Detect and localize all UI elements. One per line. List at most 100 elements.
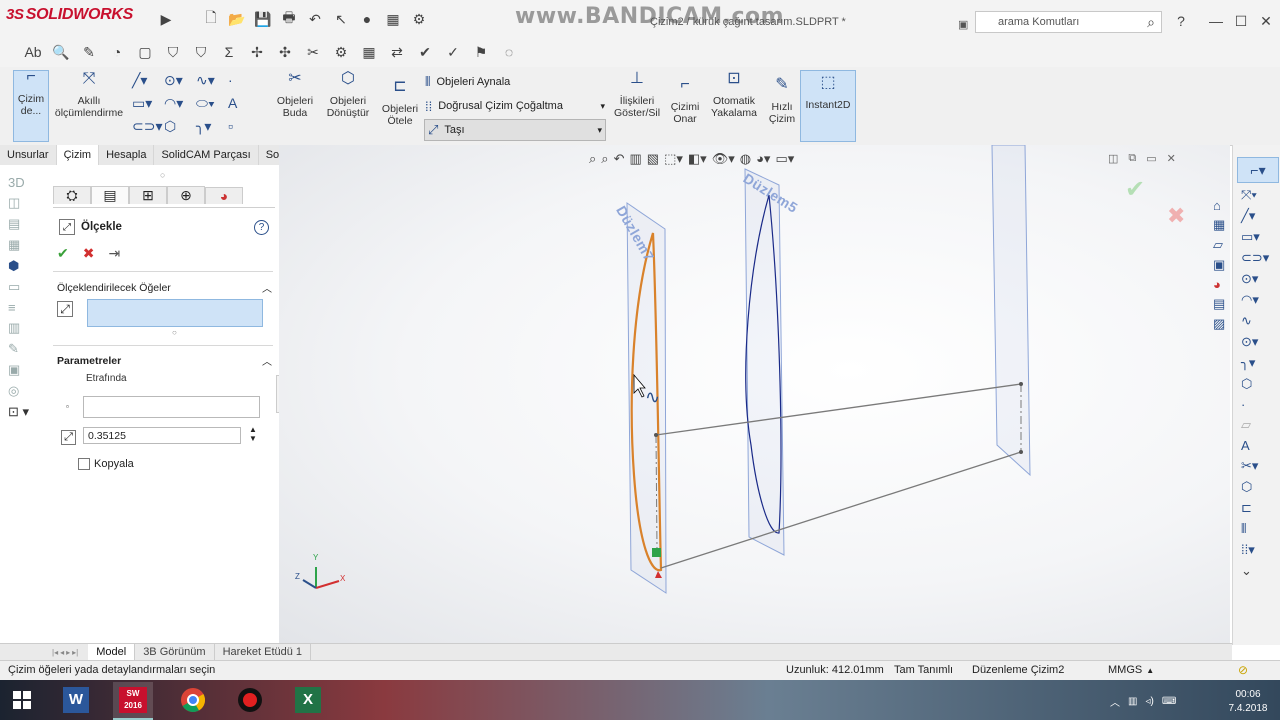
network-icon[interactable]: ▥ xyxy=(1128,696,1137,707)
slot-icon[interactable]: ⊂⊃▾ xyxy=(132,118,164,141)
last-tab-icon[interactable]: ▸| xyxy=(72,648,78,657)
rt-line-icon[interactable]: ╱▾ xyxy=(1241,208,1269,224)
sketch-check-icon[interactable]: ✔ xyxy=(414,41,436,63)
quick-snaps-button[interactable]: ⊡ Otomatik Yakalama xyxy=(707,71,761,120)
shield-outline-icon[interactable]: ⛉ xyxy=(190,41,212,63)
keyboard-icon[interactable]: ⌨ xyxy=(1162,696,1176,707)
guide-line-bottom[interactable] xyxy=(660,451,1022,569)
windows-start-icon[interactable] xyxy=(2,682,42,718)
settings-wand-icon[interactable]: ⚙ xyxy=(330,41,352,63)
cancel-x-icon[interactable]: ✖ xyxy=(83,245,95,262)
edit-icon[interactable]: ✎ xyxy=(78,41,100,63)
rebuild-status-icon[interactable]: ⊘ xyxy=(1238,663,1248,677)
repair-sketch-button[interactable]: ⌐ Çizimi Onar xyxy=(665,77,705,126)
save-icon[interactable]: 💾 xyxy=(252,8,274,30)
parts-library-icon[interactable]: ▦ xyxy=(1213,217,1225,233)
scale-spinner[interactable]: ▲ ▼ xyxy=(249,425,257,443)
file-explorer-icon[interactable]: ▱ xyxy=(1213,237,1225,253)
3d-icon[interactable]: 3D xyxy=(8,175,38,190)
rt-fillet-icon[interactable]: ╮▾ xyxy=(1241,355,1269,371)
shield-icon[interactable]: ⛉ xyxy=(162,41,184,63)
volume-icon[interactable]: ◃) xyxy=(1145,696,1153,707)
first-tab-icon[interactable]: |◂ xyxy=(52,648,58,657)
select-arrow-icon[interactable]: ↖ xyxy=(330,8,352,30)
items-section-header[interactable]: Ölçeklendirilecek Öğeler ︿ xyxy=(57,280,272,296)
point-a[interactable] xyxy=(654,433,658,437)
tray-arrow-icon[interactable]: ︿ xyxy=(1110,694,1120,709)
box-icon[interactable]: ▣ xyxy=(8,362,38,378)
fillet-icon[interactable]: ╮▾ xyxy=(196,118,228,141)
offset-entities-button[interactable]: ⊏ Objeleri Ötele xyxy=(378,79,422,128)
sketch-button[interactable]: ⌐ Çizim de... xyxy=(13,69,49,142)
rt-rectangle-icon[interactable]: ▭▾ xyxy=(1241,229,1269,245)
rt-circle-icon[interactable]: ⊙▾ xyxy=(1241,271,1269,287)
rt-slot-icon[interactable]: ⊂⊃▾ xyxy=(1241,250,1269,266)
rt-trim-icon[interactable]: ✂▾ xyxy=(1241,458,1269,474)
entities-selection-box[interactable] xyxy=(87,299,263,327)
tab-features[interactable]: Unsurlar xyxy=(0,145,57,165)
grid-icon[interactable]: ▦ xyxy=(8,237,38,253)
rt-sketch-icon[interactable]: ⌐▾ xyxy=(1237,157,1279,183)
prev-tab-icon[interactable]: ◂ xyxy=(60,648,64,657)
cross-icon[interactable]: ✢ xyxy=(246,41,268,63)
tab-motion-study[interactable]: Hareket Etüdü 1 xyxy=(215,644,312,661)
rectangle-icon[interactable]: ▭▾ xyxy=(132,95,164,118)
layer-icon[interactable]: ◫ xyxy=(8,195,38,211)
rt-text-icon[interactable]: A xyxy=(1241,438,1269,453)
new-document-icon[interactable]: 🗋 xyxy=(200,8,222,30)
translate-icon[interactable]: ⇄ xyxy=(386,41,408,63)
rt-pattern-icon[interactable]: ⁞⁞▾ xyxy=(1241,542,1269,558)
minimize-icon[interactable]: — xyxy=(1205,10,1227,32)
rt-spline-icon[interactable]: ∿ xyxy=(1241,313,1269,329)
solidworks-app-icon[interactable]: SW 2016 xyxy=(113,682,153,720)
cube-icon[interactable]: ▢ xyxy=(134,41,156,63)
pushpin-icon[interactable]: ⇥ xyxy=(108,245,120,262)
dimxpert-tab-icon[interactable]: ⊕ xyxy=(167,186,205,204)
chart-icon[interactable]: ▥ xyxy=(8,320,38,336)
instant2d-button[interactable]: ⬚ Instant2D xyxy=(800,70,856,142)
point-c[interactable] xyxy=(1019,450,1023,454)
tab-sketch[interactable]: Çizim xyxy=(56,145,100,165)
disabled-circle-icon[interactable]: ◌ xyxy=(498,41,520,63)
split-icon[interactable]: ✣ xyxy=(274,41,296,63)
bandicam-app-icon[interactable] xyxy=(230,682,270,718)
zoom-icon[interactable]: 🔍 xyxy=(50,41,72,63)
copy-checkbox-row[interactable]: Kopyala xyxy=(78,458,134,470)
rt-more-icon[interactable]: ⌄ xyxy=(1241,563,1269,579)
plane-5[interactable] xyxy=(744,168,785,556)
check-circle-icon[interactable]: ✓ xyxy=(442,41,464,63)
clock[interactable]: 00:06 7.4.2018 xyxy=(1228,688,1268,716)
next-tab-icon[interactable]: ▸ xyxy=(66,648,70,657)
text-icon[interactable]: A xyxy=(228,95,260,118)
ref-dropdown-icon[interactable]: ⊡ ▾ xyxy=(8,404,38,420)
ok-check-icon[interactable]: ✔ xyxy=(57,245,69,262)
command-search-input[interactable]: ▣ arama Komutları ⌕ xyxy=(958,11,1162,33)
tab-scroll-arrows[interactable]: |◂ ◂ ▸ ▸| xyxy=(52,648,78,657)
word-app-icon[interactable]: W xyxy=(56,682,96,718)
tab-model[interactable]: Model xyxy=(88,644,136,661)
polygon-icon[interactable]: ⬡ xyxy=(164,118,196,141)
file-properties-icon[interactable]: ▦ xyxy=(382,8,404,30)
rt-arc-icon[interactable]: ◠▾ xyxy=(1241,292,1269,308)
configuration-tab-icon[interactable]: ⊞ xyxy=(129,186,167,204)
smart-dimension-button[interactable]: ⤧ Akıllı ölçümlendirme xyxy=(52,71,126,120)
circle-icon[interactable]: ⊙▾ xyxy=(164,72,196,95)
line-icon[interactable]: ╱▾ xyxy=(132,72,164,95)
point-b[interactable] xyxy=(1019,382,1023,386)
display-relations-button[interactable]: ⊥ İlişkileri Göster/Sil xyxy=(612,71,662,120)
rt-point-icon[interactable]: · xyxy=(1241,397,1269,412)
close-window-icon[interactable]: ✕ xyxy=(1255,10,1277,32)
cylinder-icon[interactable]: ◎ xyxy=(8,383,38,399)
ellipse-icon[interactable]: ⬭▾ xyxy=(196,95,228,118)
point-icon[interactable]: · xyxy=(228,72,260,95)
forum-icon[interactable]: ▨ xyxy=(1213,316,1225,332)
move-entities-button[interactable]: ⤢ Taşı ▾ xyxy=(424,119,606,141)
resize-handle-icon[interactable]: ○ xyxy=(172,328,177,337)
spell-check-icon[interactable]: Ab xyxy=(22,41,44,63)
collapse-items-icon[interactable]: ︿ xyxy=(262,280,272,295)
excel-app-icon[interactable]: X xyxy=(288,682,328,718)
sheet-icon[interactable]: ▭ xyxy=(8,279,38,295)
brush-icon[interactable]: ✎ xyxy=(8,341,38,357)
base-point-field[interactable] xyxy=(83,396,260,418)
open-icon[interactable]: 📂 xyxy=(226,8,248,30)
